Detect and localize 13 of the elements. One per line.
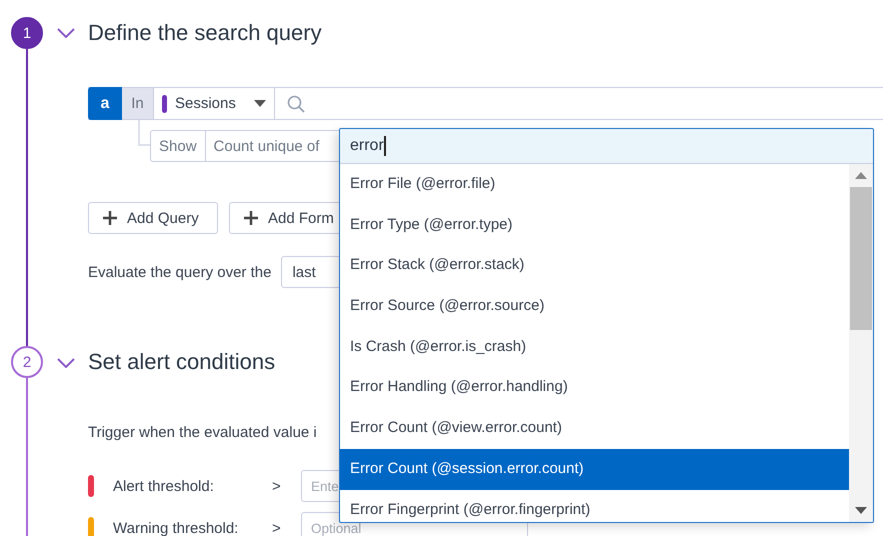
operator-label: > xyxy=(272,520,282,536)
evaluate-label: Evaluate the query over the xyxy=(88,264,272,280)
section-title: Set alert conditions xyxy=(88,348,276,376)
step-number-badge: 2 xyxy=(11,346,43,378)
trigger-text: Trigger when the evaluated value i xyxy=(88,423,317,443)
query-name-badge: a xyxy=(88,87,122,120)
step-number-badge: 1 xyxy=(11,17,43,49)
show-label: Show xyxy=(150,130,206,162)
threshold-label: Warning threshold: xyxy=(113,520,240,536)
operator-label: > xyxy=(272,478,282,494)
threshold-label: Alert threshold: xyxy=(113,478,215,494)
in-label: In xyxy=(122,88,153,119)
section-title: Define the search query xyxy=(88,19,322,47)
